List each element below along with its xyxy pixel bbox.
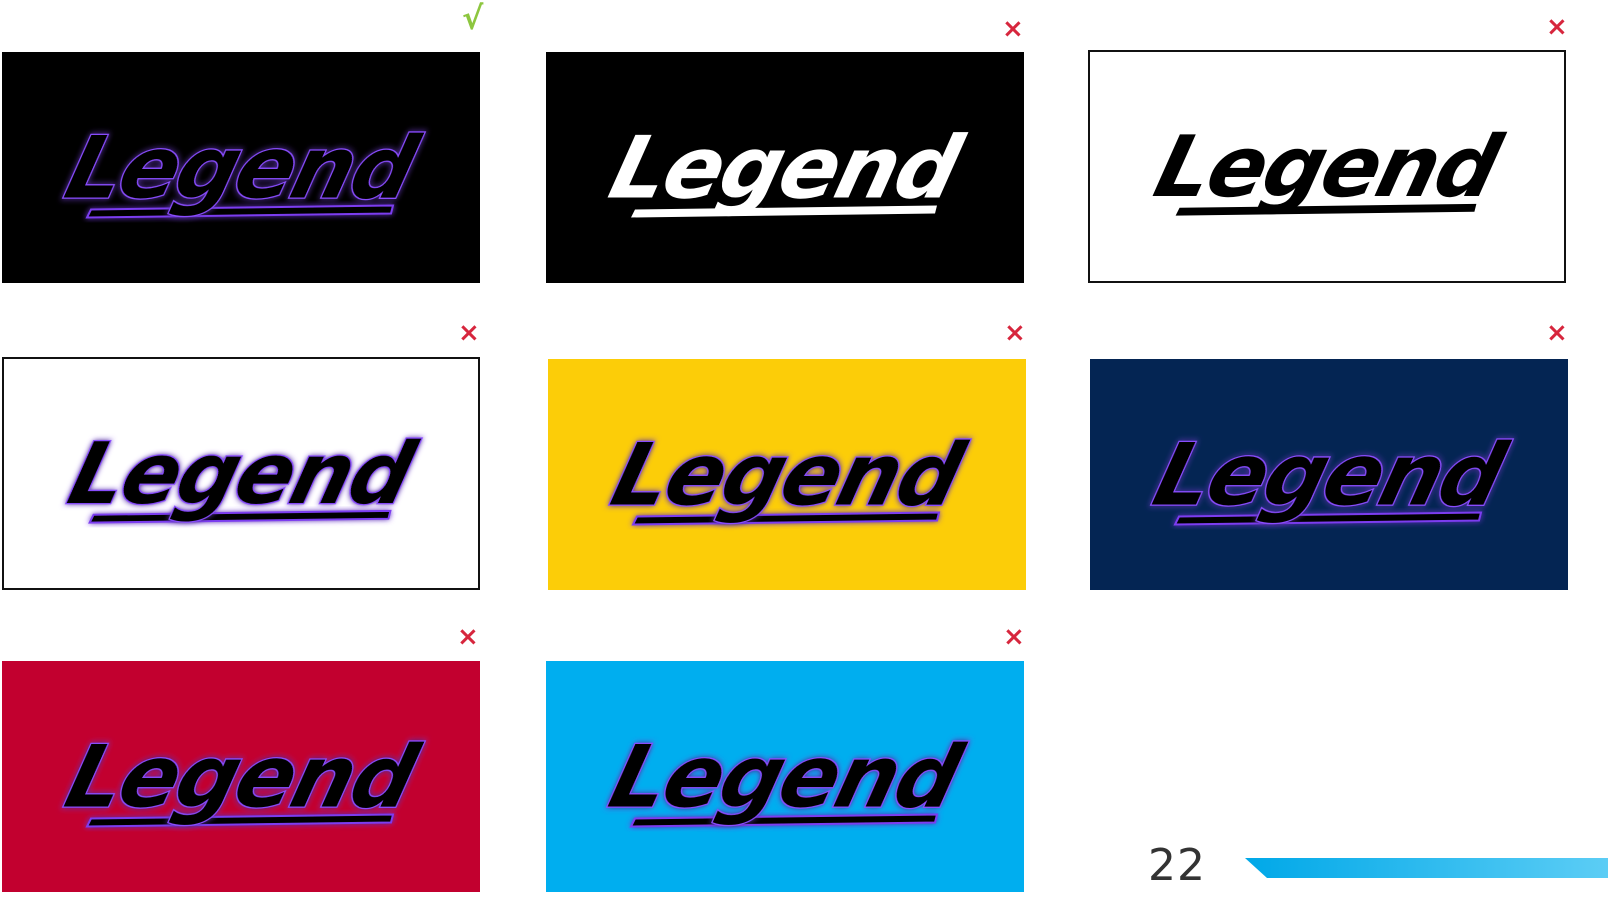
logo-wordmark: Legend (1145, 425, 1517, 525)
cross-icon: × (1003, 622, 1025, 652)
legend-logo: Legend (1143, 423, 1518, 526)
legend-logo: Legend (1146, 118, 1512, 216)
legend-logo: Legend (601, 118, 973, 218)
legend-logo: Legend (58, 424, 426, 525)
legend-logo: Legend (599, 725, 974, 828)
logo-variant-panel: Legend (2, 357, 480, 590)
cross-icon: × (1546, 12, 1568, 42)
logo-wordmark: Legend (603, 425, 975, 525)
logo-variant-panel: Legend (1090, 359, 1568, 590)
cross-icon: × (457, 622, 479, 652)
cross-icon: × (1002, 14, 1024, 44)
cross-icon: × (1004, 318, 1026, 348)
check-icon: √ (462, 0, 484, 37)
logo-wordmark: Legend (60, 425, 426, 523)
logo-wordmark: Legend (1146, 118, 1512, 216)
logo-variant-panel: Legend (546, 661, 1024, 892)
legend-logo: Legend (601, 423, 976, 526)
accent-bar (1245, 858, 1608, 878)
logo-variant-panel: Legend (546, 52, 1024, 283)
logo-variant-panel: Legend (2, 661, 480, 892)
legend-logo: Legend (55, 116, 430, 219)
logo-variant-panel: Legend (2, 52, 480, 283)
logo-wordmark: Legend (601, 118, 973, 218)
page-number: 22 (1148, 840, 1206, 891)
logo-variant-panel: Legend (1088, 50, 1566, 283)
logo-variant-panel: Legend (548, 359, 1026, 590)
logo-wordmark: Legend (57, 727, 429, 827)
logo-wordmark: Legend (57, 118, 429, 218)
cross-icon: × (458, 318, 480, 348)
logo-wordmark: Legend (601, 727, 973, 827)
cross-icon: × (1546, 318, 1568, 348)
legend-logo: Legend (55, 725, 430, 828)
